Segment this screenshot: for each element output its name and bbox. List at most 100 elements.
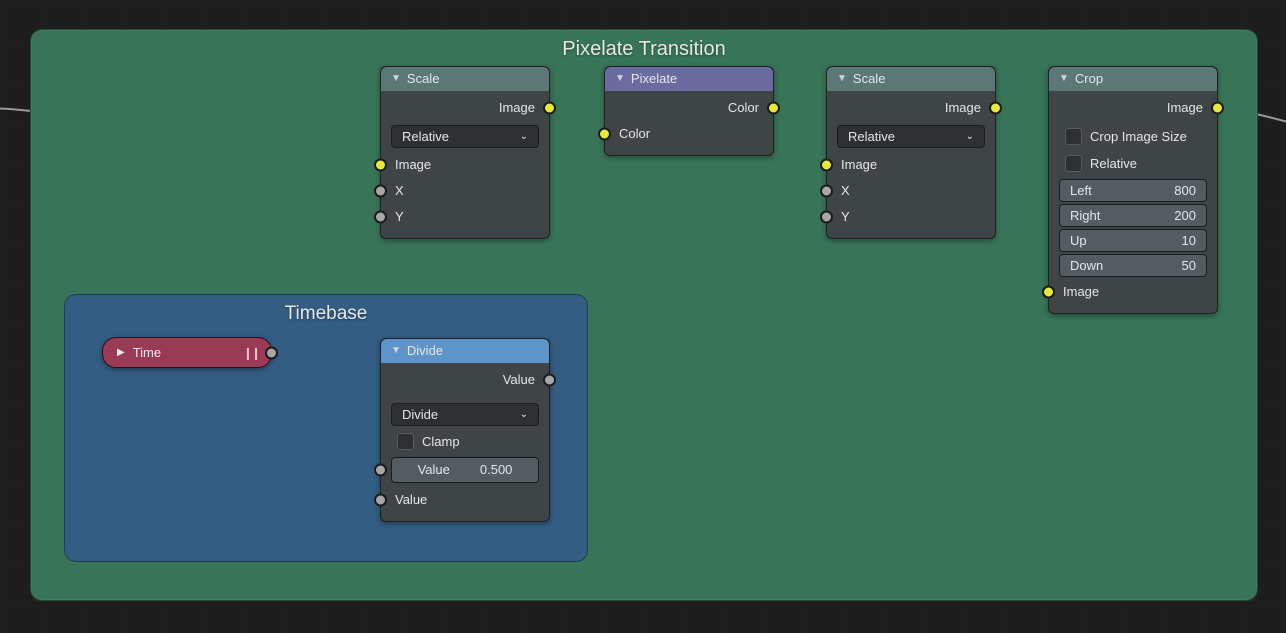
socket-in-y[interactable] [820,211,833,224]
chevron-down-icon: ⌄ [966,131,974,142]
node-header[interactable]: ▼ Divide [381,339,549,363]
chevron-right-icon: ▶ [117,347,125,358]
output-image: Image [1049,95,1217,121]
checkbox-icon [1065,128,1082,145]
node-title: Pixelate [631,71,677,86]
node-header[interactable]: ▼ Crop [1049,67,1217,91]
node-scale-1[interactable]: ▼ Scale Image Relative ⌄ Image X Y [380,66,550,239]
socket-in-color[interactable] [598,128,611,141]
socket-in-x[interactable] [374,185,387,198]
input-label: X [395,183,404,198]
field-left[interactable]: Left 800 [1059,179,1207,202]
socket-out-color[interactable] [767,102,780,115]
input-image: Image [1049,279,1217,305]
node-title: Crop [1075,71,1103,86]
output-label: Image [945,100,981,115]
dropdown-value: Relative [848,129,895,144]
output-image: Image [827,95,995,121]
node-header[interactable]: ▼ Scale [381,67,549,91]
input-image: Image [381,152,549,178]
field-label: Left [1070,183,1092,198]
node-scale-2[interactable]: ▼ Scale Image Relative ⌄ Image X Y [826,66,996,239]
field-label: Up [1070,233,1087,248]
dropdown-value: Divide [402,407,438,422]
field-label: Right [1070,208,1100,223]
input-label: X [841,183,850,198]
dropdown-value: Relative [402,129,449,144]
socket-in-image[interactable] [1042,286,1055,299]
chevron-down-icon: ▼ [1059,73,1069,84]
input-image: Image [827,152,995,178]
input-label: Image [841,157,877,172]
field-label: Down [1070,258,1103,273]
output-label: Image [1167,100,1203,115]
chevron-down-icon: ▼ [391,73,401,84]
socket-out-image[interactable] [989,102,1002,115]
field-value: 10 [1182,233,1196,248]
output-label: Color [728,100,759,115]
chevron-down-icon: ▼ [391,345,401,356]
node-title: Divide [407,343,443,358]
node-title: Scale [407,71,440,86]
checkbox-clamp[interactable]: Clamp [391,430,539,453]
output-color: Color [605,95,773,121]
input-value-b: Value [381,487,549,513]
socket-in-image[interactable] [820,159,833,172]
input-label: Y [395,209,404,224]
node-divide[interactable]: ▼ Divide Value Divide ⌄ Clamp Value 0.50… [380,338,550,522]
input-label: Image [395,157,431,172]
field-value: 50 [1182,258,1196,273]
chevron-down-icon: ⌄ [520,131,528,142]
input-color: Color [605,121,773,147]
field-up[interactable]: Up 10 [1059,229,1207,252]
node-crop[interactable]: ▼ Crop Image Crop Image Size Relative Le… [1048,66,1218,314]
input-label: Y [841,209,850,224]
input-label: Value [395,492,427,507]
output-label: Image [499,100,535,115]
frame-title: Pixelate Transition [31,38,1257,61]
node-header[interactable]: ▼ Pixelate [605,67,773,91]
socket-in-image[interactable] [374,159,387,172]
input-y: Y [827,204,995,230]
checkbox-icon [397,433,414,450]
field-value: 200 [1174,208,1196,223]
checkbox-icon [1065,155,1082,172]
field-value: 0.500 [480,461,513,479]
socket-out-value[interactable] [543,374,556,387]
socket-in-x[interactable] [820,185,833,198]
output-label: Value [503,372,535,387]
input-x: X [827,178,995,204]
field-right[interactable]: Right 200 [1059,204,1207,227]
checkbox-label: Crop Image Size [1090,129,1187,144]
output-value: Value [381,367,549,393]
dropdown-scale-mode[interactable]: Relative ⌄ [391,125,539,148]
chevron-down-icon: ⌄ [520,409,528,420]
field-label: Value [418,461,450,479]
dropdown-operation[interactable]: Divide ⌄ [391,403,539,426]
node-title: Time [133,345,161,360]
output-image: Image [381,95,549,121]
socket-in-value[interactable] [374,494,387,507]
socket-out-time[interactable] [265,346,278,359]
checkbox-label: Relative [1090,156,1137,171]
checkbox-relative[interactable]: Relative [1059,152,1207,175]
chevron-down-icon: ▼ [837,73,847,84]
input-value-a[interactable]: Value 0.500 [381,457,549,483]
field-down[interactable]: Down 50 [1059,254,1207,277]
input-label: Image [1063,284,1099,299]
socket-out-image[interactable] [1211,102,1224,115]
field-value[interactable]: Value 0.500 [391,457,539,483]
checkbox-crop-image-size[interactable]: Crop Image Size [1059,125,1207,148]
dropdown-scale-mode[interactable]: Relative ⌄ [837,125,985,148]
field-value: 800 [1174,183,1196,198]
socket-out-image[interactable] [543,102,556,115]
socket-in-value[interactable] [374,464,387,477]
input-label: Color [619,126,650,141]
node-time[interactable]: ▶ Time ❙❙ [102,337,272,368]
socket-in-y[interactable] [374,211,387,224]
chevron-down-icon: ▼ [615,73,625,84]
node-title: Scale [853,71,886,86]
node-header[interactable]: ▼ Scale [827,67,995,91]
node-pixelate[interactable]: ▼ Pixelate Color Color [604,66,774,156]
checkbox-label: Clamp [422,434,460,449]
